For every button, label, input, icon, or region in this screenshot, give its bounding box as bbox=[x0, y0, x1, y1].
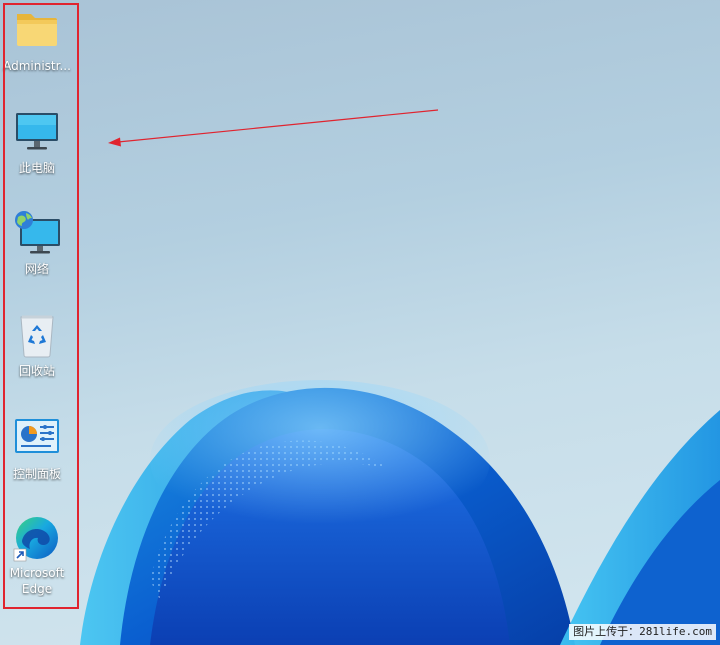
desktop[interactable]: Administr... 此电脑 网络 回收站 控制面板 Microsoft E… bbox=[0, 0, 720, 645]
annotation-arrow bbox=[108, 109, 439, 147]
watermark: 图片上传于：281life.com bbox=[569, 624, 716, 640]
